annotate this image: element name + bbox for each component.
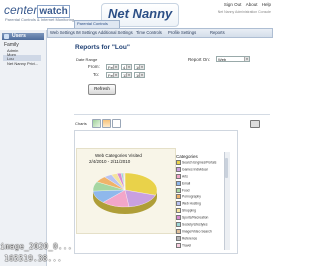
sign-out-link[interactable]: Sign Out (224, 2, 242, 7)
legend-swatch (176, 194, 181, 200)
centerwatch-logo: center watch (4, 3, 70, 18)
from-day-select[interactable]: 4 ▾ (121, 64, 132, 70)
legend-swatch (176, 222, 181, 228)
users-icon (4, 34, 9, 39)
brand-name: Net Nanny (108, 6, 173, 21)
refresh-button[interactable]: Refresh (88, 84, 116, 95)
tab-reports[interactable]: Reports (210, 30, 225, 35)
legend-item: Travel (176, 242, 216, 248)
table-icon[interactable] (112, 119, 121, 128)
pie-chart (92, 172, 158, 214)
legend-item: Web Hosting (176, 201, 216, 207)
chevron-down-icon: ▾ (113, 73, 118, 77)
legend-label: Image/Video Search (182, 229, 212, 234)
legend-label: Sports/Recreation (182, 215, 209, 220)
legend-item: Image/Video Search (176, 228, 216, 234)
legend-item: Email (176, 180, 216, 186)
chevron-down-icon: ▾ (126, 73, 131, 77)
legend-swatch (176, 228, 181, 234)
top-links: Sign Out About Help (221, 2, 271, 7)
tab-web-settings[interactable]: Web Settings (50, 30, 75, 35)
to-month-select[interactable]: Feb ▾ (106, 72, 119, 78)
to-label: To: (93, 72, 100, 77)
legend-label: Society/Lifestyles (182, 222, 208, 227)
from-label: From: (88, 64, 100, 69)
pie-chart-icon[interactable] (92, 119, 101, 128)
overlay-filename: image_2020_0... (0, 242, 73, 251)
chevron-down-icon: ▾ (244, 57, 249, 61)
legend-label: Arts (182, 174, 188, 179)
legend-swatch (176, 187, 181, 193)
legend-item: Society/Lifestyles (176, 222, 216, 228)
legend-label: Reference (182, 236, 198, 241)
sidebar-title: Users (12, 33, 26, 39)
overlay-timestamp: 165519.38... (4, 254, 62, 263)
tab-parental-controls-label: Parental Controls (77, 21, 108, 26)
legend-label: Web Hosting (182, 201, 201, 206)
legend-item: Games Individual (176, 166, 216, 172)
chart-subtitle: 2/4/2010 - 2/11/2010 (89, 159, 131, 164)
legend: Search Engines/Portals Games Individual Ar… (176, 160, 216, 250)
date-range-label: Date Range (76, 57, 98, 62)
chevron-down-icon: ▾ (139, 73, 144, 77)
legend-item: Shopping (176, 208, 216, 214)
legend-label: Email (182, 181, 191, 186)
to-year-select[interactable]: 10▾ (134, 72, 145, 78)
about-link[interactable]: About (246, 2, 258, 7)
logo-text: center (4, 3, 38, 17)
legend-item: Search Engines/Portals (176, 160, 216, 165)
chart-title: Web Categories Visited (95, 153, 142, 158)
legend-label: Search Engines/Portals (182, 160, 217, 165)
legend-item: Food (176, 187, 216, 193)
from-year-select[interactable]: 10▾ (134, 64, 145, 70)
legend-item: Sports/Recreation (176, 215, 216, 221)
chevron-down-icon: ▾ (126, 65, 131, 69)
legend-swatch (176, 173, 181, 179)
legend-label: Shopping (182, 208, 196, 213)
legend-swatch (176, 242, 181, 248)
header-subtext: Net Nanny Administration Console (217, 10, 271, 14)
sidebar-item-net-nanny[interactable]: Net Nanny Privi... (7, 61, 38, 66)
legend-swatch (176, 166, 181, 172)
from-month-select[interactable]: Feb ▾ (106, 64, 119, 70)
legend-swatch (176, 201, 181, 207)
legend-label: Food (182, 187, 190, 192)
legend-swatch (176, 215, 181, 221)
page-title: Reports for "Lou" (75, 44, 130, 51)
chevron-down-icon: ▾ (139, 65, 144, 69)
legend-label: Games Individual (182, 167, 208, 172)
legend-item: Pornography (176, 194, 216, 200)
tab-im-settings[interactable]: IM Settings (76, 30, 97, 35)
legend-label: Pornography (182, 194, 201, 199)
scrollbar-thumb[interactable] (225, 158, 228, 178)
legend-item: Arts (176, 173, 216, 179)
legend-label: Travel (182, 243, 192, 248)
to-day-select[interactable]: 11▾ (121, 72, 132, 78)
bar-chart-icon[interactable] (102, 119, 111, 128)
legend-swatch (176, 160, 181, 165)
chevron-down-icon: ▾ (113, 65, 118, 69)
help-link[interactable]: Help (262, 2, 271, 7)
report-on-select[interactable]: Web ▾ (216, 56, 250, 62)
tab-additional-settings[interactable]: Additional Settings (98, 30, 133, 35)
tab-profile-settings[interactable]: Profile Settings (168, 30, 196, 35)
tab-time-controls[interactable]: Time Controls (136, 30, 162, 35)
logo-subtitle: Parental Controls & Internet Monitoring (5, 17, 75, 22)
legend-item: Reference (176, 235, 216, 241)
legend-swatch (176, 208, 181, 214)
print-icon[interactable] (250, 120, 260, 128)
divider (74, 114, 270, 115)
legend-swatch (176, 235, 181, 241)
legend-swatch (176, 180, 181, 186)
charts-label: Charts (75, 121, 87, 126)
legend-title: Categories (176, 154, 198, 159)
report-on-label: Report On: (188, 57, 211, 62)
